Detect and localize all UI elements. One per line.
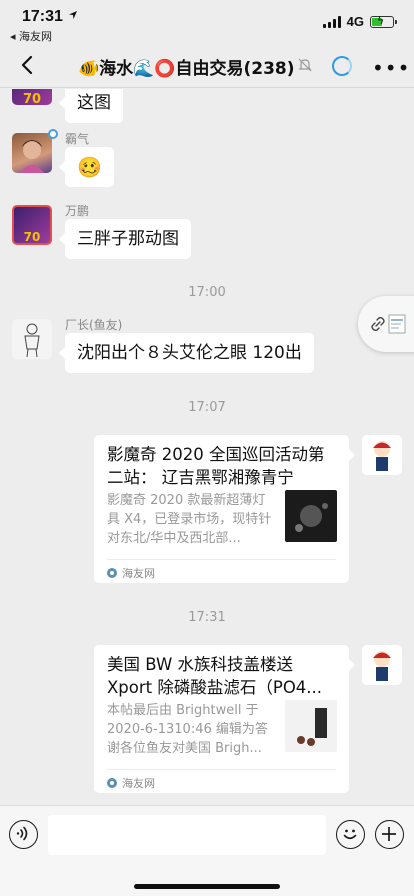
network-type: 4G — [346, 14, 364, 29]
my-avatar[interactable] — [362, 435, 402, 475]
input-bar — [0, 805, 414, 896]
timestamp: 17:31 — [188, 610, 226, 625]
svg-text:70: 70 — [24, 230, 41, 243]
source-icon — [107, 778, 117, 788]
link-icon — [371, 317, 385, 331]
link-card[interactable]: 美国 BW 水族科技盖楼送 Xport 除磷酸盐滤石（PO4... 本帖最后由 … — [94, 645, 355, 793]
signal-icon — [322, 15, 341, 28]
my-avatar[interactable] — [362, 645, 402, 685]
card-source: 海友网 — [107, 775, 155, 791]
source-icon — [107, 568, 117, 578]
status-time: 17:31 — [22, 8, 63, 25]
loading-ring-icon[interactable] — [332, 56, 352, 76]
emoji-icon[interactable] — [336, 820, 365, 849]
card-title: 美国 BW 水族科技盖楼送 Xport 除磷酸盐滤石（PO4... — [107, 655, 323, 697]
battery-icon: ϟ — [370, 13, 397, 28]
svg-text:70: 70 — [23, 92, 41, 105]
avatar[interactable] — [12, 319, 52, 359]
sender-name: 霸气 — [65, 132, 90, 146]
more-options-button[interactable]: ••• — [372, 56, 410, 80]
verified-badge-icon — [48, 129, 58, 139]
voice-icon[interactable] — [9, 820, 38, 849]
thumbnail-icon — [388, 314, 406, 334]
back-to-app-link[interactable]: ◂ 海友网 — [10, 28, 52, 44]
floating-link-button[interactable] — [358, 296, 414, 352]
card-divider — [107, 769, 336, 770]
back-arrow-icon[interactable] — [16, 53, 40, 77]
timestamp: 17:07 — [188, 400, 226, 415]
status-bar: 17:31 ◂ 海友网 4G ϟ — [0, 0, 414, 44]
card-divider — [107, 559, 336, 560]
message-input[interactable] — [48, 815, 326, 855]
charging-icon: ϟ — [377, 13, 385, 27]
message-bubble[interactable]: 这图 — [59, 89, 123, 123]
location-arrow-icon — [69, 11, 77, 19]
timestamp: 17:00 — [188, 285, 226, 300]
sender-name: 万鹏 — [65, 204, 90, 218]
source-name: 海友网 — [122, 777, 155, 790]
chat-title: 🐠海水🌊⭕自由交易(238) — [78, 59, 295, 79]
sticker-message[interactable]: 🥴 — [59, 147, 114, 187]
source-name: 海友网 — [122, 567, 155, 580]
card-thumbnail — [285, 700, 337, 752]
card-source: 海友网 — [107, 565, 155, 581]
card-thumbnail — [285, 490, 337, 542]
link-card[interactable]: 影魔奇 2020 全国巡回活动第二站： 辽吉黑鄂湘豫青宁 影魔奇 2020 款最… — [94, 435, 355, 583]
card-description: 本帖最后由 Brightwell 于 2020-6-1310:46 编辑为答谢各… — [107, 703, 268, 756]
avatar[interactable]: 70 — [12, 89, 52, 105]
card-description: 影魔奇 2020 款最新超薄灯具 X4，已登录市场，现特针对东北/华中及西北部.… — [107, 493, 272, 546]
avatar[interactable] — [12, 133, 52, 173]
message-bubble[interactable]: 沈阳出个８头艾伦之眼 120出 — [59, 333, 314, 373]
home-indicator — [134, 884, 280, 889]
card-title: 影魔奇 2020 全国巡回活动第二站： 辽吉黑鄂湘豫青宁 — [107, 445, 325, 487]
plus-icon[interactable] — [375, 820, 404, 849]
avatar[interactable]: 70 — [12, 205, 52, 245]
chat-header: 🐠海水🌊⭕自由交易(238) ••• — [0, 44, 414, 88]
chat-messages[interactable]: 70 这图 霸气 🥴 万鹏 70 三胖子那动图 17:00 厂长(鱼友) 沈阳出… — [0, 89, 414, 805]
sender-name: 厂长(鱼友) — [65, 318, 123, 332]
bell-off-icon — [298, 58, 312, 72]
message-bubble[interactable]: 三胖子那动图 — [59, 219, 191, 259]
